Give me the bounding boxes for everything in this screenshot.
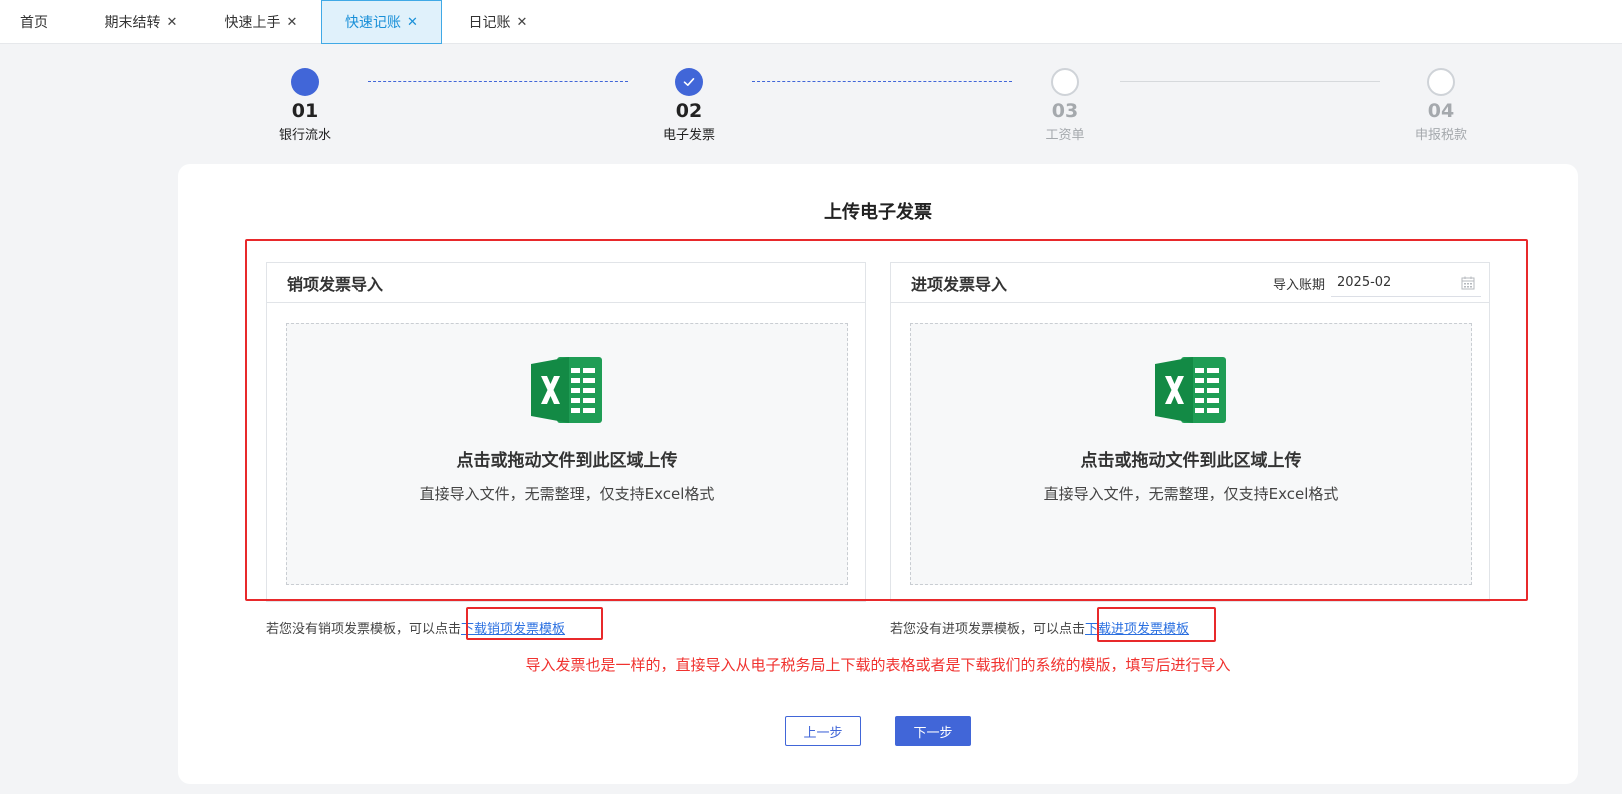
sales-upload-dropzone[interactable]: 点击或拖动文件到此区域上传 直接导入文件，无需整理，仅支持Excel格式	[286, 323, 848, 585]
close-icon[interactable]: ✕	[167, 15, 178, 30]
step-payroll: 03 工资单	[1005, 68, 1125, 143]
tab-label: 期末结转	[104, 15, 161, 31]
calendar-icon[interactable]	[1461, 276, 1475, 290]
step-label: 申报税款	[1414, 128, 1467, 143]
check-icon	[683, 78, 695, 86]
upload-card: 上传电子发票 销项发票导入 点击或拖动文件到此区域上传 直接导入文件，无需整理，…	[178, 164, 1578, 784]
close-icon[interactable]: ✕	[517, 15, 528, 30]
tab-bar: 首页 期末结转 ✕ 快速上手 ✕ 快速记账 ✕ 日记账 ✕	[0, 0, 1622, 44]
prev-step-button[interactable]: 上一步	[785, 716, 861, 746]
panel-title: 销项发票导入	[287, 274, 384, 294]
step-label: 电子发票	[662, 128, 715, 143]
tab-label: 快速上手	[224, 15, 281, 31]
tab-period-end-transfer[interactable]: 期末结转 ✕	[96, 0, 186, 44]
step-connector	[368, 81, 628, 82]
step-connector	[1120, 81, 1380, 82]
excel-icon	[1155, 357, 1226, 423]
step-circle	[1051, 68, 1079, 96]
tab-label: 日记账	[468, 15, 511, 31]
step-number: 04	[1427, 100, 1455, 122]
tab-label: 快速记账	[345, 15, 402, 31]
close-icon[interactable]: ✕	[407, 15, 418, 30]
import-period-label: 导入账期	[1272, 277, 1325, 293]
import-period: 导入账期	[1273, 269, 1481, 297]
upload-subtitle: 直接导入文件，无需整理，仅支持Excel格式	[1043, 485, 1339, 503]
purchase-template-hint: 若您没有进项发票模板，可以点击下载进项发票模板	[890, 618, 1189, 637]
step-circle	[1427, 68, 1455, 96]
sales-template-hint: 若您没有销项发票模板，可以点击下载销项发票模板	[266, 618, 565, 637]
sales-invoice-panel: 销项发票导入 点击或拖动文件到此区域上传 直接导入文件，无需整理，仅支持Exce…	[266, 262, 866, 602]
download-sales-template-link[interactable]: 下载销项发票模板	[461, 622, 565, 637]
download-purchase-template-link[interactable]: 下载进项发票模板	[1085, 622, 1189, 637]
step-bank-statement: 01 银行流水	[245, 68, 365, 143]
step-tax-declaration: 04 申报税款	[1381, 68, 1501, 143]
tab-quick-bookkeeping[interactable]: 快速记账 ✕	[321, 0, 442, 44]
excel-icon	[531, 357, 602, 423]
close-icon[interactable]: ✕	[287, 15, 298, 30]
next-step-button[interactable]: 下一步	[895, 716, 971, 746]
step-label: 银行流水	[278, 128, 331, 143]
upload-title: 点击或拖动文件到此区域上传	[1080, 451, 1302, 471]
upload-subtitle: 直接导入文件，无需整理，仅支持Excel格式	[419, 485, 715, 503]
step-e-invoice: 02 电子发票	[629, 68, 749, 143]
tab-quick-start[interactable]: 快速上手 ✕	[216, 0, 306, 44]
panel-title: 进项发票导入	[911, 274, 1008, 294]
step-circle	[675, 68, 703, 96]
step-circle	[291, 68, 319, 96]
step-connector	[752, 81, 1012, 82]
upload-title: 点击或拖动文件到此区域上传	[456, 451, 678, 471]
page-title: 上传电子发票	[824, 202, 932, 223]
step-number: 02	[675, 100, 703, 122]
annotation-note: 导入发票也是一样的，直接导入从电子税务局上下载的表格或者是下载我们的系统的模版，…	[525, 656, 1231, 674]
tab-journal[interactable]: 日记账 ✕	[458, 0, 538, 44]
panel-header: 销项发票导入	[267, 263, 865, 303]
step-number: 01	[291, 100, 319, 122]
tab-home[interactable]: 首页	[0, 0, 68, 44]
purchase-upload-dropzone[interactable]: 点击或拖动文件到此区域上传 直接导入文件，无需整理，仅支持Excel格式	[910, 323, 1472, 585]
purchase-invoice-panel: 进项发票导入 导入账期 2025-02 点击或拖动文件到此区域上传 直接导入文件…	[890, 262, 1490, 602]
step-number: 03	[1051, 100, 1079, 122]
tab-label: 首页	[20, 15, 48, 31]
hint-text: 若您没有销项发票模板，可以点击	[266, 622, 462, 637]
panel-header: 进项发票导入 导入账期	[891, 263, 1489, 303]
hint-text: 若您没有进项发票模板，可以点击	[890, 622, 1086, 637]
import-period-input[interactable]	[1331, 269, 1481, 297]
step-label: 工资单	[1045, 128, 1085, 143]
